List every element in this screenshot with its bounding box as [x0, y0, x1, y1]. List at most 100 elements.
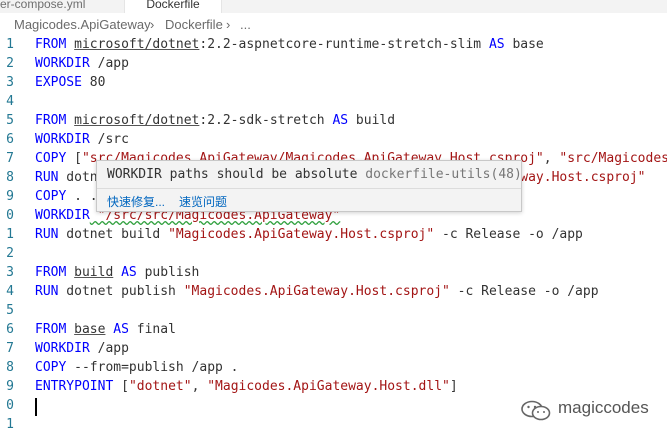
hover-source: dockerfile-utils(48)	[365, 167, 522, 182]
code-line: ENTRYPOINT ["dotnet", "Magicodes.ApiGate…	[35, 379, 458, 394]
line-number: 3	[6, 265, 14, 280]
wechat-icon	[521, 400, 551, 421]
watermark: magiccodes	[520, 396, 660, 426]
code-token: base	[74, 322, 106, 337]
code-line: COPY . .	[35, 189, 98, 204]
line-number: 5	[6, 303, 14, 318]
code-token: 80	[81, 75, 106, 90]
code-token: FROM	[35, 37, 75, 52]
breadcrumb: Magicodes.ApiGateway › Dockerfile › ...	[0, 13, 667, 37]
code-line: FROM build AS publish	[35, 265, 199, 280]
code-line: COPY --from=publish /app .	[35, 360, 239, 375]
code-line: EXPOSE 80	[35, 75, 105, 90]
code-token: "Magicodes.ApiGateway.Host.csproj"	[168, 227, 435, 242]
code-token: COPY	[35, 189, 67, 204]
code-token: RUN	[35, 170, 59, 185]
line-number: 4	[6, 94, 14, 109]
code-line: RUN dotnet publish "Magicodes.ApiGateway…	[35, 284, 599, 299]
code-line: FROM microsoft/dotnet:2.2-sdk-stretch AS…	[35, 113, 395, 128]
code-token: dotnet build	[58, 227, 169, 242]
code-editor[interactable]: 1 2 3 4 5 6 7 8 9 0 1 2 3 4 5 6 7 8 9 0 1 FROM microsoft/dotn…	[0, 37, 667, 442]
code-token: FROM	[35, 322, 75, 337]
line-number: 6	[6, 322, 14, 337]
code-token: build	[348, 113, 396, 128]
line-number: 1	[6, 227, 14, 242]
code-token: "Magicodes.ApiGateway.Host.dll"	[207, 379, 450, 394]
line-number: 1	[6, 417, 14, 432]
code-token: "Magicodes.ApiGateway.Host.csproj"	[183, 284, 450, 299]
code-token: [	[66, 151, 82, 166]
code-token: EXPOSE	[35, 75, 82, 90]
code-line: RUN dotnet build "Magicodes.ApiGateway.H…	[35, 227, 583, 242]
line-number: 1	[6, 37, 14, 52]
code-token: :2.2-aspnetcore-runtime-stretch-slim	[199, 37, 489, 52]
code-token: ENTRYPOINT	[35, 379, 114, 394]
code-token: -c Release -o /app	[449, 284, 599, 299]
code-line: WORKDIR /app	[35, 56, 129, 71]
code-line: FROM base AS final	[35, 322, 176, 337]
code-token: WORKDIR	[35, 56, 90, 71]
breadcrumb-file[interactable]: Dockerfile	[165, 13, 223, 37]
text-cursor	[35, 398, 37, 416]
line-number: 7	[6, 151, 14, 166]
hover-message: WORKDIR paths should be absolute	[107, 167, 358, 182]
code-token: publish	[136, 265, 200, 280]
hover-message-row: WORKDIR paths should be absolute dockerf…	[107, 167, 522, 182]
code-token: final	[128, 322, 176, 337]
line-number: 2	[6, 246, 14, 261]
code-token: "dotnet"	[128, 379, 192, 394]
code-token: /app	[89, 56, 129, 71]
code-token: RUN	[35, 284, 59, 299]
code-token: AS	[332, 113, 349, 128]
quick-fix-link[interactable]: 快速修复...	[107, 193, 165, 210]
line-number: 9	[6, 379, 14, 394]
code-token: ,	[191, 379, 208, 394]
code-token: :2.2-sdk-stretch	[199, 113, 333, 128]
line-number: 4	[6, 284, 14, 299]
watermark-text: magiccodes	[558, 398, 649, 417]
breadcrumb-separator: ›	[150, 17, 155, 32]
code-token: . .	[66, 189, 98, 204]
code-token: COPY	[35, 360, 67, 375]
code-token: -c Release -o /app	[434, 227, 583, 242]
code-line: WORKDIR /src	[35, 132, 129, 147]
code-token: build	[74, 265, 114, 280]
line-number: 6	[6, 132, 14, 147]
line-number: 2	[6, 56, 14, 71]
hover-actions: 快速修复... 速览问题	[97, 188, 521, 212]
code-token: FROM	[35, 113, 75, 128]
peek-problem-link[interactable]: 速览问题	[179, 193, 227, 210]
code-token: --from=publish /app .	[66, 360, 239, 375]
breadcrumb-symbols[interactable]: ...	[240, 13, 251, 37]
code-line: FROM microsoft/dotnet:2.2-aspnetcore-run…	[35, 37, 544, 52]
code-token: ,	[543, 151, 560, 166]
tab-dockerfile[interactable]: Dockerfile	[124, 0, 222, 13]
line-number: 8	[6, 170, 14, 185]
code-token: AS	[113, 322, 129, 337]
code-token: microsoft/dotnet	[74, 37, 200, 52]
editor-tabs: ker-compose.yml Dockerfile	[0, 0, 667, 13]
code-token: COPY	[35, 151, 67, 166]
code-token: microsoft/dotnet	[74, 113, 200, 128]
line-number: 0	[6, 208, 14, 223]
code-token: WORKDIR	[35, 341, 90, 356]
code-token: dotnet publish	[58, 284, 184, 299]
code-token: /src	[89, 132, 129, 147]
breadcrumb-separator: ›	[226, 17, 231, 32]
tab-docker-compose[interactable]: ker-compose.yml	[0, 0, 85, 13]
code-token: WORKDIR	[35, 208, 90, 223]
code-token: base	[504, 37, 544, 52]
line-number: 7	[6, 341, 14, 356]
code-token: /app	[89, 341, 129, 356]
code-token: ]	[449, 379, 458, 394]
code-token: [	[113, 379, 129, 394]
code-token: AS	[121, 265, 137, 280]
code-token: FROM	[35, 265, 75, 280]
code-line: WORKDIR /app	[35, 341, 129, 356]
code-token: RUN	[35, 227, 59, 242]
line-number: 9	[6, 189, 14, 204]
breadcrumb-folder[interactable]: Magicodes.ApiGateway	[14, 13, 151, 37]
line-number: 3	[6, 75, 14, 90]
line-number: 0	[6, 398, 14, 413]
